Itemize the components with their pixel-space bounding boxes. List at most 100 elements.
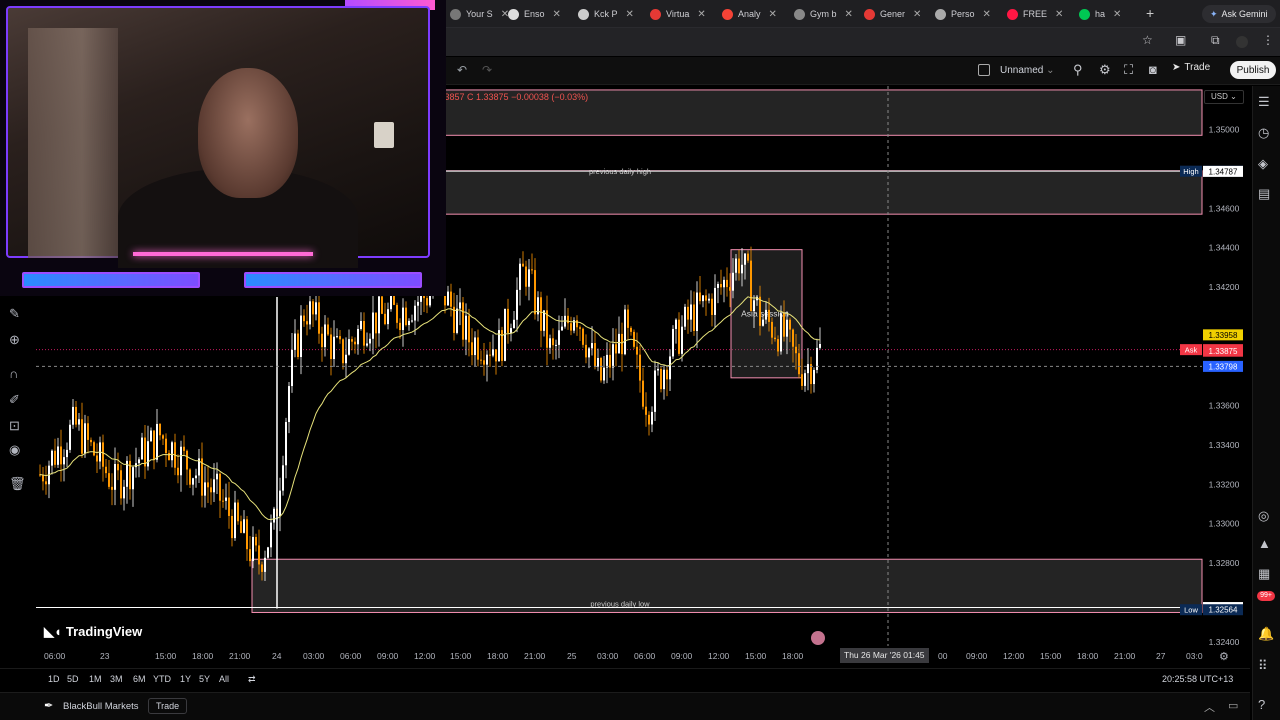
maximize-panel-icon[interactable]: ▭ (1228, 699, 1238, 712)
browser-tab[interactable]: Virtua ✕ (650, 4, 706, 24)
time-axis-tick: 23 (100, 651, 110, 661)
liquidity-zone (429, 170, 1203, 215)
tab-favicon-icon (508, 8, 519, 20)
eye-icon[interactable]: ◉ (9, 442, 20, 458)
bell-icon[interactable]: 🔔 (1258, 626, 1274, 642)
candle-body (462, 302, 464, 340)
candle-body (507, 308, 509, 333)
pencil-icon[interactable]: ✐ (9, 392, 20, 408)
candle-body (231, 515, 233, 539)
layout-name-select[interactable]: Unnamed ⌄ (1000, 65, 1055, 76)
quick-search-icon[interactable]: ⚲ (1073, 62, 1083, 78)
tab-close-icon[interactable]: ✕ (769, 9, 777, 20)
date-range-calendar-icon[interactable]: ⇄ (248, 674, 256, 685)
time-axis-tick: 21:00 (524, 651, 546, 661)
chevron-up-icon[interactable]: ︿ (1204, 699, 1215, 715)
layers-icon[interactable]: ◈ (1258, 156, 1268, 172)
candle-body (660, 368, 662, 390)
candle-body (612, 344, 614, 368)
price-axis-tick: 1.34600 (1209, 203, 1240, 213)
gear-icon[interactable]: ⚙ (1219, 650, 1229, 663)
ask-gemini-button[interactable]: ✦ Ask Gemini (1202, 5, 1276, 23)
browser-menu-icon[interactable]: ⋮ (1262, 33, 1274, 47)
extensions-icon[interactable]: ⧉ (1211, 33, 1220, 48)
reader-mode-icon[interactable]: ▣ (1175, 33, 1186, 47)
candle-body (153, 430, 155, 460)
range-button[interactable]: 3M (110, 674, 123, 684)
gear-icon[interactable]: ⚙ (1099, 62, 1111, 78)
candle-body (360, 321, 362, 329)
apps-grid-icon[interactable]: ⠿ (1258, 658, 1268, 674)
undo-button[interactable]: ↶ (457, 63, 467, 77)
candle-body (486, 354, 488, 365)
tab-close-icon[interactable]: ✕ (1055, 9, 1063, 20)
candle-body (525, 266, 527, 287)
new-tab-button[interactable]: + (1146, 5, 1154, 21)
tab-close-icon[interactable]: ✕ (553, 9, 561, 20)
range-button[interactable]: 5D (67, 674, 79, 684)
time-axis[interactable] (0, 646, 1250, 666)
candle-body (540, 297, 542, 331)
camera-icon[interactable]: ◙ (1149, 62, 1157, 77)
candle-body (402, 307, 404, 331)
zoom-in-icon[interactable]: ⊕ (9, 332, 20, 348)
tab-close-icon[interactable]: ✕ (845, 9, 853, 20)
candle-body (315, 302, 317, 315)
candle-body (765, 309, 767, 320)
candle-body (648, 414, 650, 425)
browser-tab[interactable]: FREE ✕ (1007, 4, 1063, 24)
candle-body (714, 287, 716, 315)
browser-tab[interactable]: ha ✕ (1079, 4, 1121, 24)
fullscreen-icon[interactable]: ⛶ (1124, 62, 1133, 78)
currency-select[interactable]: USD ⌄ (1204, 90, 1244, 104)
trade-button[interactable]: ➤ Trade (1172, 62, 1210, 73)
tab-close-icon[interactable]: ✕ (983, 9, 991, 20)
zone-label: previous daily low (590, 600, 650, 609)
event-marker-icon[interactable] (811, 631, 825, 645)
calendar-icon[interactable]: ▦ (1258, 566, 1270, 582)
browser-tab[interactable]: Perso ✕ (935, 4, 991, 24)
redo-button[interactable]: ↷ (482, 63, 492, 77)
publish-button[interactable]: Publish (1230, 61, 1276, 79)
trendline-tool-icon[interactable]: ✎ (9, 306, 20, 322)
browser-tab[interactable]: Kck P ✕ (578, 4, 634, 24)
tab-close-icon[interactable]: ✕ (1113, 9, 1121, 20)
browser-tab[interactable]: Your S ✕ (450, 4, 509, 24)
ideas-icon[interactable]: ▲ (1258, 536, 1271, 551)
chat-icon[interactable]: ▤ (1258, 186, 1270, 202)
candle-body (183, 446, 185, 451)
trash-icon[interactable]: 🗑 (9, 476, 26, 492)
tab-close-icon[interactable]: ✕ (913, 9, 921, 20)
profile-avatar[interactable] (1236, 36, 1248, 48)
lock-icon[interactable]: ⊡ (9, 418, 20, 434)
candle-body (579, 327, 581, 329)
candle-body (786, 319, 788, 337)
range-button[interactable]: 1M (89, 674, 102, 684)
range-button[interactable]: YTD (153, 674, 171, 684)
alert-clock-icon[interactable]: ◷ (1258, 125, 1269, 141)
candle-body (687, 306, 689, 320)
browser-tab[interactable]: Gener ✕ (864, 4, 921, 24)
bookmark-star-icon[interactable]: ☆ (1142, 33, 1153, 47)
browser-tab[interactable]: Gym b ✕ (794, 4, 853, 24)
range-button[interactable]: 5Y (199, 674, 210, 684)
browser-tab[interactable]: Analy ✕ (722, 4, 777, 24)
candle-body (570, 323, 572, 331)
magnet-icon[interactable]: ∩ (9, 366, 18, 381)
range-button[interactable]: 1Y (180, 674, 191, 684)
target-icon[interactable]: ◎ (1258, 508, 1269, 524)
range-button[interactable]: 6M (133, 674, 146, 684)
help-icon[interactable]: ? (1258, 697, 1265, 712)
tab-close-icon[interactable]: ✕ (697, 9, 705, 20)
broker-name[interactable]: BlackBull Markets (63, 701, 139, 712)
candle-body (480, 359, 482, 361)
broker-trade-button[interactable]: Trade (148, 698, 188, 714)
candle-body (279, 490, 281, 517)
range-button[interactable]: All (219, 674, 229, 684)
tab-close-icon[interactable]: ✕ (626, 9, 634, 20)
range-button[interactable]: 1D (48, 674, 60, 684)
candle-body (237, 502, 239, 522)
watchlist-icon[interactable]: ☰ (1258, 94, 1270, 110)
layout-checkbox[interactable] (978, 64, 990, 76)
browser-tab[interactable]: Enso ✕ (508, 4, 561, 24)
